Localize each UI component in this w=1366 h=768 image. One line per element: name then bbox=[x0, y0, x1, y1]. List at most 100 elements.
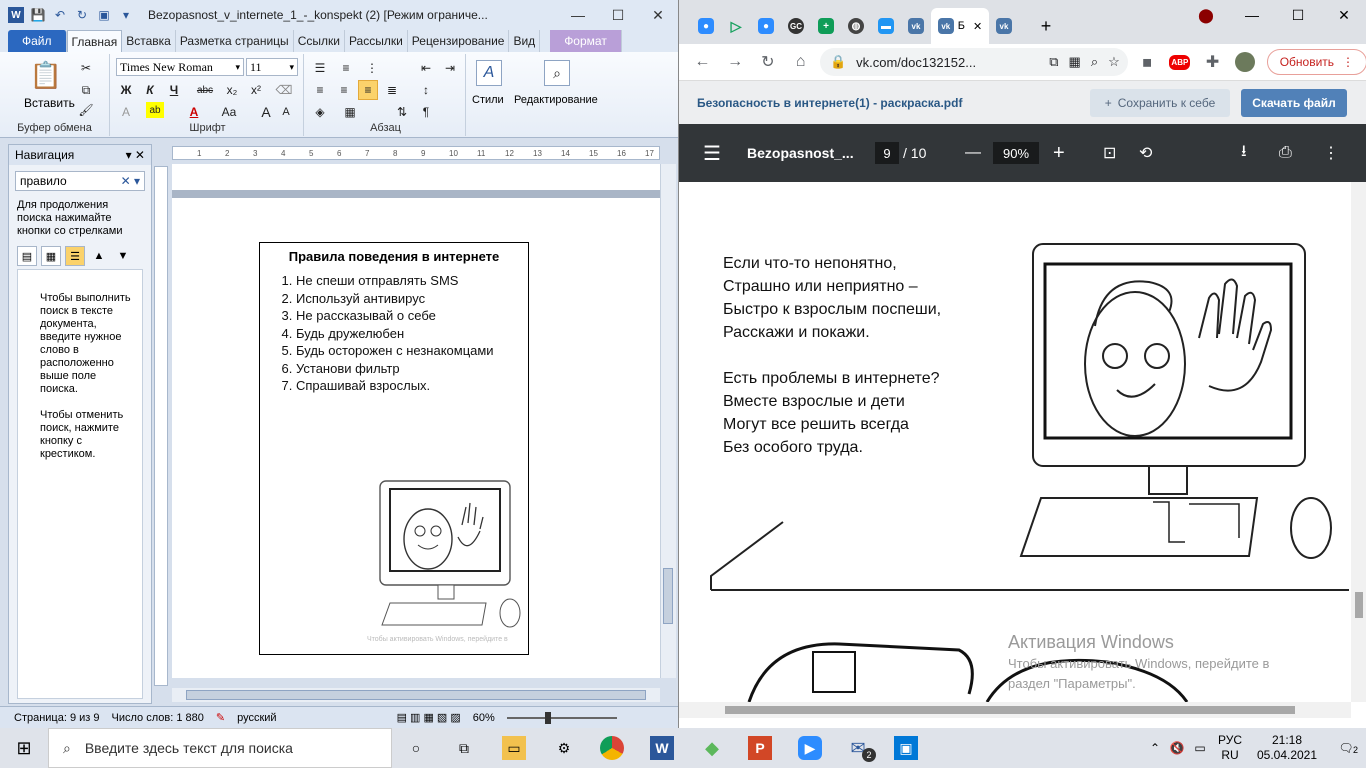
page-count[interactable]: Страница: 9 из 9 bbox=[14, 712, 100, 724]
remote-app-icon[interactable]: ▣ bbox=[894, 736, 918, 760]
font-size-select[interactable]: 11 ▾ bbox=[246, 58, 298, 76]
bold-button[interactable]: Ж bbox=[116, 80, 136, 100]
new-tab-icon[interactable]: + bbox=[1031, 8, 1061, 44]
sort-icon[interactable]: ⇅ bbox=[392, 102, 412, 122]
clear-format-icon[interactable]: ⌫ bbox=[274, 80, 294, 100]
zoom-out-icon[interactable]: — bbox=[965, 144, 981, 162]
save-icon[interactable]: 💾 bbox=[30, 7, 46, 23]
powerpoint-icon[interactable]: P bbox=[748, 736, 772, 760]
tab-sheets[interactable]: + bbox=[811, 8, 841, 44]
reload-icon[interactable]: ↻ bbox=[754, 48, 781, 76]
tab-page-layout[interactable]: Разметка страницы bbox=[176, 30, 294, 52]
word-count[interactable]: Число слов: 1 880 bbox=[112, 712, 204, 724]
nav-search-input[interactable]: правило ✕ ▾ bbox=[15, 171, 145, 191]
chrome-minimize-button[interactable]: — bbox=[1229, 0, 1275, 30]
pdf-vertical-scrollbar[interactable] bbox=[1351, 182, 1366, 702]
windows-start-icon[interactable]: ⊞ bbox=[12, 736, 36, 760]
home-icon[interactable]: ⌂ bbox=[787, 48, 814, 76]
document-area[interactable]: Правила поведения в интернете Не спеши о… bbox=[172, 164, 660, 678]
tab-close-icon[interactable]: ✕ bbox=[973, 20, 982, 33]
qr-icon[interactable]: ▦ bbox=[1069, 54, 1081, 70]
format-painter-icon[interactable]: 🖌 bbox=[76, 100, 96, 120]
update-button[interactable]: Обновить ⋮ bbox=[1266, 49, 1366, 75]
align-left-icon[interactable]: ≡ bbox=[310, 80, 330, 100]
tab-zoom-2[interactable]: ● bbox=[751, 8, 781, 44]
install-icon[interactable]: ⧉ bbox=[1049, 54, 1058, 70]
zoom-icon[interactable]: ⌕ bbox=[1091, 54, 1098, 70]
zoom-level[interactable]: 60% bbox=[473, 712, 495, 724]
pdf-hscroll-thumb[interactable] bbox=[725, 706, 1295, 714]
word-vertical-scrollbar[interactable] bbox=[660, 164, 676, 678]
highlight-color-icon[interactable]: ab bbox=[146, 102, 164, 118]
shading-icon[interactable]: ◈ bbox=[310, 102, 330, 122]
word-scroll-thumb[interactable] bbox=[663, 568, 673, 624]
vertical-ruler[interactable] bbox=[154, 166, 168, 686]
next-result-icon[interactable]: ▼ bbox=[113, 246, 133, 266]
network-icon[interactable]: ▭ bbox=[1188, 741, 1212, 755]
pdf-more-icon[interactable]: ⋮ bbox=[1323, 143, 1339, 163]
profile-avatar[interactable] bbox=[1232, 48, 1259, 76]
tray-chevron-icon[interactable]: ⌃ bbox=[1144, 741, 1166, 755]
tab-references[interactable]: Ссылки bbox=[294, 30, 345, 52]
chrome-maximize-button[interactable]: ☐ bbox=[1275, 0, 1321, 30]
clear-search-icon[interactable]: ✕ ▾ bbox=[121, 174, 140, 188]
chrome-taskbar-icon[interactable] bbox=[600, 736, 624, 760]
bullets-icon[interactable]: ☰ bbox=[310, 58, 330, 78]
lock-icon[interactable]: 🔒 bbox=[830, 54, 846, 70]
align-center-icon[interactable]: ≡ bbox=[334, 80, 354, 100]
format-painter-quick-icon[interactable]: ▣ bbox=[96, 7, 112, 23]
nav-close-icon[interactable]: ▾ ✕ bbox=[126, 148, 145, 162]
customize-quick-access-icon[interactable]: ▾ bbox=[118, 7, 134, 23]
download-file-button[interactable]: Скачать файл bbox=[1241, 89, 1347, 117]
tab-mailings[interactable]: Рассылки bbox=[345, 30, 408, 52]
editing-label[interactable]: Редактирование bbox=[514, 94, 598, 106]
pdf-zoom-input[interactable]: 90% bbox=[993, 142, 1039, 164]
italic-button[interactable]: К bbox=[140, 80, 160, 100]
zoom-app-icon[interactable]: ▶ bbox=[798, 736, 822, 760]
undo-icon[interactable]: ↶ bbox=[52, 7, 68, 23]
tab-insert[interactable]: Вставка bbox=[122, 30, 176, 52]
tab-active[interactable]: vk Б ✕ bbox=[931, 8, 989, 44]
coloring-illustration-small[interactable] bbox=[378, 477, 524, 637]
menu-dots-icon[interactable]: ⋮ bbox=[1342, 55, 1354, 69]
strikethrough-button[interactable]: abc bbox=[192, 80, 218, 100]
spellcheck-icon[interactable]: ✎ bbox=[216, 711, 225, 724]
minimize-button[interactable]: — bbox=[558, 0, 598, 30]
zoom-slider[interactable] bbox=[506, 711, 617, 724]
sims-icon[interactable]: ◆ bbox=[700, 736, 724, 760]
prev-result-icon[interactable]: ▲ bbox=[89, 246, 109, 266]
grow-font-button[interactable]: A bbox=[256, 102, 276, 122]
binoculars-icon[interactable]: ⌕ bbox=[544, 60, 570, 86]
underline-button[interactable]: Ч bbox=[164, 80, 184, 100]
forward-icon[interactable]: → bbox=[722, 48, 749, 76]
tab-zoom[interactable]: ● bbox=[691, 8, 721, 44]
increase-indent-icon[interactable]: ⇥ bbox=[440, 58, 460, 78]
pdf-download-icon[interactable]: ⭳ bbox=[1241, 140, 1247, 167]
tab-vk-2[interactable]: vk bbox=[989, 8, 1019, 44]
clock[interactable]: 21:18 05.04.2021 bbox=[1248, 733, 1326, 763]
close-button[interactable]: ✕ bbox=[638, 0, 678, 30]
tab-vk-1[interactable]: vk bbox=[901, 8, 931, 44]
zoom-in-icon[interactable]: + bbox=[1053, 142, 1065, 165]
tab-view[interactable]: Вид bbox=[509, 30, 541, 52]
copy-icon[interactable]: ⧉ bbox=[76, 80, 96, 100]
extension-badge-icon[interactable]: ◼ bbox=[1134, 48, 1161, 76]
chrome-close-button[interactable]: ✕ bbox=[1321, 0, 1366, 30]
word-hscroll-thumb[interactable] bbox=[186, 690, 646, 700]
results-view-icon[interactable]: ☰ bbox=[65, 246, 85, 266]
change-case-button[interactable]: Aa bbox=[216, 102, 242, 122]
adblock-icon[interactable]: ABP bbox=[1167, 48, 1194, 76]
cortana-icon[interactable]: ○ bbox=[404, 736, 428, 760]
document-page[interactable]: Правила поведения в интернете Не спеши о… bbox=[172, 198, 660, 678]
show-marks-button[interactable]: ¶ bbox=[416, 102, 436, 122]
shrink-font-button[interactable]: A bbox=[276, 102, 296, 122]
tab-file[interactable]: Файл bbox=[8, 30, 67, 52]
redo-icon[interactable]: ↻ bbox=[74, 7, 90, 23]
headings-view-icon[interactable]: ▤ bbox=[17, 246, 37, 266]
tab-chat[interactable]: ▬ bbox=[871, 8, 901, 44]
pdf-page[interactable]: Если что-то непонятно, Страшно или неприя… bbox=[679, 182, 1351, 702]
paste-icon[interactable]: 📋 bbox=[28, 58, 64, 92]
borders-icon[interactable]: ▦ bbox=[340, 102, 360, 122]
address-bar[interactable]: 🔒 vk.com/doc132152... ⧉ ▦ ⌕ ☆ bbox=[819, 48, 1128, 76]
subscript-button[interactable]: x₂ bbox=[222, 80, 242, 100]
